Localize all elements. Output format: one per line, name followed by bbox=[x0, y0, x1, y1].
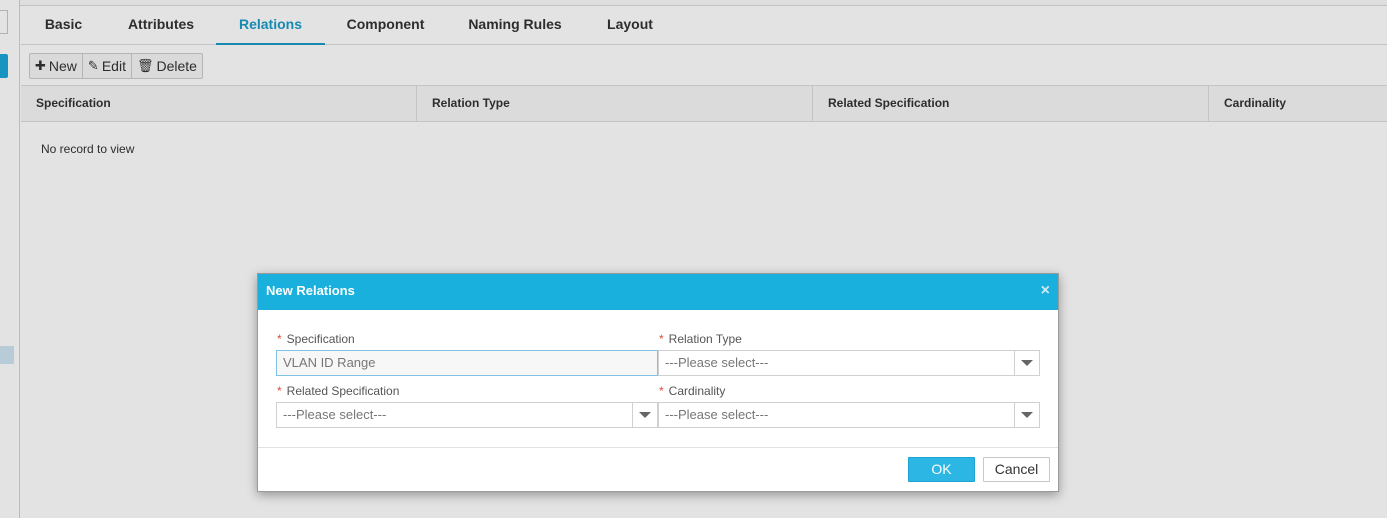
specification-label: * Specification bbox=[277, 332, 355, 346]
relation-type-label: * Relation Type bbox=[659, 332, 742, 346]
relation-type-select[interactable]: ---Please select--- bbox=[658, 350, 1040, 376]
related-specification-field: * Related Specification ---Please select-… bbox=[276, 383, 658, 428]
cardinality-select[interactable]: ---Please select--- bbox=[658, 402, 1040, 428]
chevron-down-icon[interactable] bbox=[1014, 403, 1039, 427]
related-specification-placeholder: ---Please select--- bbox=[283, 407, 387, 422]
required-marker: * bbox=[277, 384, 282, 398]
cardinality-label: * Cardinality bbox=[659, 384, 726, 398]
close-icon[interactable]: × bbox=[1041, 274, 1050, 308]
related-specification-select[interactable]: ---Please select--- bbox=[276, 402, 658, 428]
new-relations-dialog: New Relations × * Specification VLAN ID R… bbox=[257, 273, 1059, 492]
specification-field: * Specification VLAN ID Range bbox=[276, 331, 658, 376]
required-marker: * bbox=[659, 332, 664, 346]
dialog-title: New Relations bbox=[266, 283, 355, 298]
chevron-down-icon[interactable] bbox=[632, 403, 657, 427]
dialog-footer: OK Cancel bbox=[258, 447, 1058, 491]
chevron-down-icon[interactable] bbox=[1014, 351, 1039, 375]
ok-button[interactable]: OK bbox=[908, 457, 975, 482]
cardinality-field: * Cardinality ---Please select--- bbox=[658, 383, 1040, 428]
dialog-header: New Relations × bbox=[258, 274, 1058, 310]
relation-type-field: * Relation Type ---Please select--- bbox=[658, 331, 1040, 376]
cardinality-placeholder: ---Please select--- bbox=[665, 407, 769, 422]
required-marker: * bbox=[659, 384, 664, 398]
required-marker: * bbox=[277, 332, 282, 346]
related-specification-label: * Related Specification bbox=[277, 384, 400, 398]
relation-type-placeholder: ---Please select--- bbox=[665, 355, 769, 370]
specification-input[interactable]: VLAN ID Range bbox=[276, 350, 658, 376]
cancel-button[interactable]: Cancel bbox=[983, 457, 1050, 482]
